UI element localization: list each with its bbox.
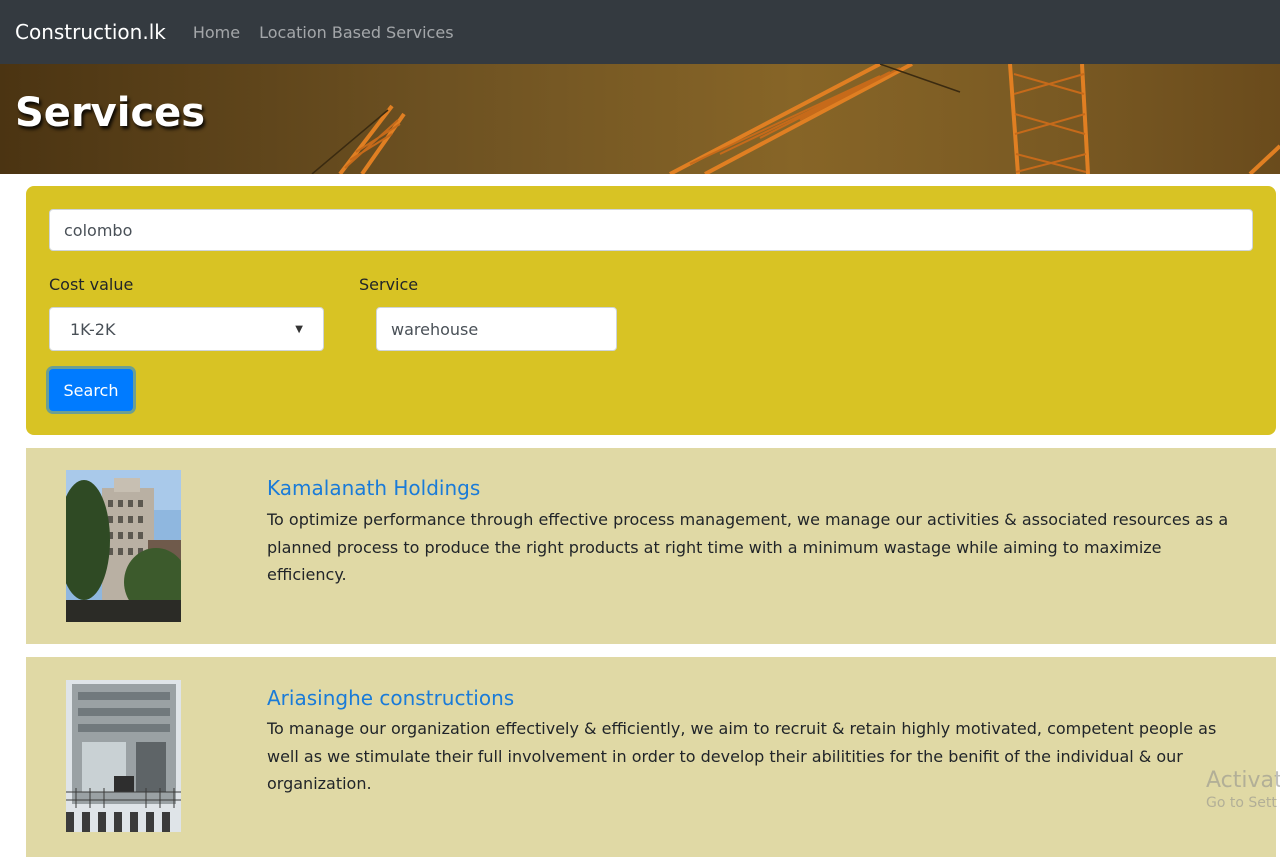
search-button[interactable]: Search — [49, 369, 133, 411]
brand-logo-link[interactable]: Construction.lk — [15, 20, 166, 44]
result-title-link[interactable]: Ariasinghe constructions — [267, 686, 514, 710]
nav-link-home[interactable]: Home — [193, 23, 240, 42]
watermark-line-1: Activate — [1206, 768, 1280, 793]
service-label: Service — [359, 275, 419, 294]
top-navbar: Construction.lk Home Location Based Serv… — [0, 0, 1280, 64]
watermark-line-2: Go to Sett — [1206, 795, 1277, 811]
location-search-input[interactable] — [49, 209, 1253, 251]
caret-down-icon: ▼ — [295, 323, 303, 335]
service-input[interactable] — [376, 307, 617, 351]
result-thumbnail — [66, 680, 181, 832]
page-title: Services — [15, 90, 206, 136]
search-panel: Cost value Service 1K-2K ▼ Search — [26, 186, 1276, 435]
result-card: Kamalanath Holdings To optimize performa… — [26, 448, 1276, 644]
activation-watermark: Activate Go to Sett — [1206, 768, 1280, 811]
result-description: To optimize performance through effectiv… — [267, 510, 1229, 584]
result-thumbnail — [66, 470, 181, 622]
nav-link-location-based-services[interactable]: Location Based Services — [259, 23, 453, 42]
cost-value-selected: 1K-2K — [70, 319, 116, 339]
result-title-link[interactable]: Kamalanath Holdings — [267, 476, 480, 500]
result-description: To manage our organization effectively &… — [267, 719, 1217, 793]
cost-value-label: Cost value — [49, 275, 134, 294]
cost-value-select[interactable]: 1K-2K ▼ — [49, 307, 324, 351]
hero-banner: Services — [0, 64, 1280, 174]
result-card: Ariasinghe constructions To manage our o… — [26, 657, 1276, 857]
